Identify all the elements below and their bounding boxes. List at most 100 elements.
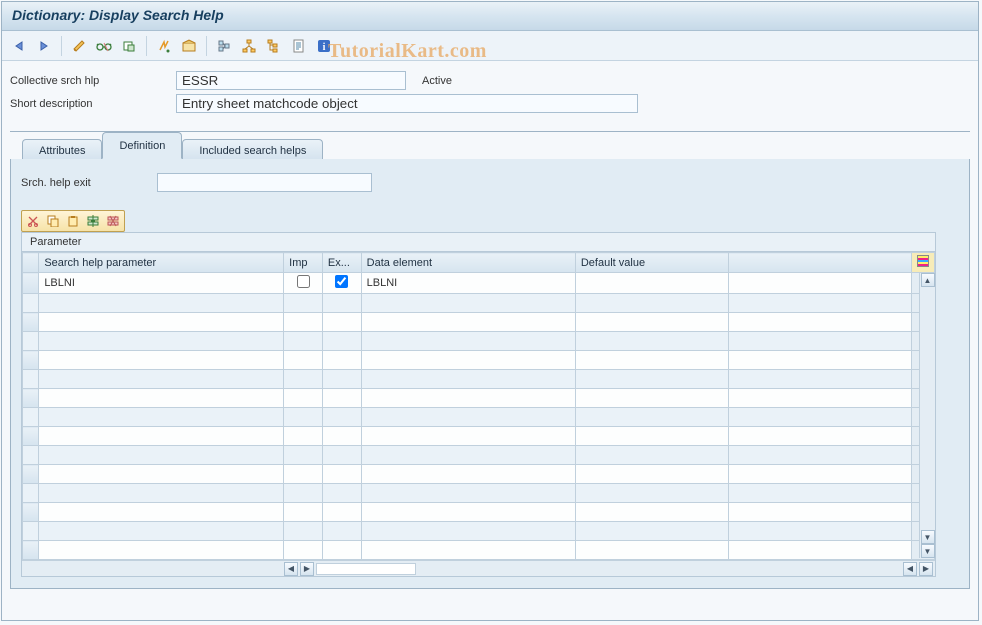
scroll-left-button[interactable]: ◀ xyxy=(284,562,298,576)
scroll-up-button[interactable]: ▲ xyxy=(921,273,935,287)
cell-data-element[interactable] xyxy=(361,522,575,541)
cell-exp[interactable] xyxy=(322,273,361,294)
cell-extra[interactable] xyxy=(728,503,912,522)
cell-param[interactable] xyxy=(39,313,284,332)
cell-exp[interactable] xyxy=(322,522,361,541)
scroll-down2-button[interactable]: ▼ xyxy=(921,544,935,558)
cell-exp[interactable] xyxy=(322,389,361,408)
row-selector[interactable] xyxy=(23,389,39,408)
cell-imp[interactable] xyxy=(284,522,323,541)
cell-exp[interactable] xyxy=(322,541,361,560)
cell-extra[interactable] xyxy=(728,408,912,427)
imp-checkbox[interactable] xyxy=(297,275,310,288)
cell-extra[interactable] xyxy=(728,294,912,313)
cell-imp[interactable] xyxy=(284,484,323,503)
cell-default-value[interactable] xyxy=(575,370,728,389)
cell-param[interactable] xyxy=(39,294,284,313)
cell-imp[interactable] xyxy=(284,332,323,351)
scroll-right2-button[interactable]: ▶ xyxy=(919,562,933,576)
tab-definition[interactable]: Definition xyxy=(102,132,182,159)
tab-included-search-helps[interactable]: Included search helps xyxy=(182,139,323,161)
cell-default-value[interactable] xyxy=(575,427,728,446)
row-selector[interactable] xyxy=(23,522,39,541)
cell-default-value[interactable] xyxy=(575,541,728,560)
cell-default-value[interactable] xyxy=(575,313,728,332)
glasses-button[interactable] xyxy=(93,35,115,56)
tree-button[interactable] xyxy=(263,35,285,56)
tab-attributes[interactable]: Attributes xyxy=(22,139,102,161)
row-selector[interactable] xyxy=(23,503,39,522)
row-selector[interactable] xyxy=(23,541,39,560)
cell-extra[interactable] xyxy=(728,389,912,408)
cell-exp[interactable] xyxy=(322,465,361,484)
paste-button[interactable] xyxy=(63,212,83,230)
cell-default-value[interactable] xyxy=(575,522,728,541)
col-data-element[interactable]: Data element xyxy=(361,253,575,273)
forward-button[interactable] xyxy=(33,35,55,56)
cell-imp[interactable] xyxy=(284,389,323,408)
cell-param[interactable] xyxy=(39,370,284,389)
cell-extra[interactable] xyxy=(728,522,912,541)
scroll-left2-button[interactable]: ◀ xyxy=(903,562,917,576)
cell-data-element[interactable] xyxy=(361,294,575,313)
cell-extra[interactable] xyxy=(728,446,912,465)
cell-default-value[interactable] xyxy=(575,273,728,294)
cell-exp[interactable] xyxy=(322,427,361,446)
cell-exp[interactable] xyxy=(322,332,361,351)
cell-imp[interactable] xyxy=(284,427,323,446)
cell-data-element[interactable] xyxy=(361,313,575,332)
cell-param[interactable] xyxy=(39,351,284,370)
cell-data-element[interactable] xyxy=(361,408,575,427)
cell-default-value[interactable] xyxy=(575,408,728,427)
cell-imp[interactable] xyxy=(284,465,323,484)
col-exp[interactable]: Ex... xyxy=(322,253,361,273)
cell-imp[interactable] xyxy=(284,294,323,313)
cell-imp[interactable] xyxy=(284,273,323,294)
cell-param[interactable] xyxy=(39,446,284,465)
cell-exp[interactable] xyxy=(322,370,361,389)
cell-exp[interactable] xyxy=(322,294,361,313)
horizontal-scrollbar[interactable]: ◀ ▶ ◀ ▶ xyxy=(22,560,935,576)
row-selector[interactable] xyxy=(23,370,39,389)
row-selector[interactable] xyxy=(23,273,39,294)
col-rownum[interactable] xyxy=(23,253,39,273)
cell-extra[interactable] xyxy=(728,273,912,294)
row-selector[interactable] xyxy=(23,484,39,503)
cell-param[interactable] xyxy=(39,332,284,351)
short-description-input[interactable] xyxy=(176,94,638,113)
check-button[interactable] xyxy=(178,35,200,56)
documentation-button[interactable] xyxy=(288,35,310,56)
cell-imp[interactable] xyxy=(284,446,323,465)
cell-data-element[interactable]: LBLNI xyxy=(361,273,575,294)
cell-extra[interactable] xyxy=(728,465,912,484)
exp-checkbox[interactable] xyxy=(335,275,348,288)
cell-param[interactable]: LBLNI xyxy=(39,273,284,294)
cell-imp[interactable] xyxy=(284,351,323,370)
cell-exp[interactable] xyxy=(322,408,361,427)
info-button[interactable]: i xyxy=(313,35,335,56)
cell-exp[interactable] xyxy=(322,503,361,522)
cell-default-value[interactable] xyxy=(575,465,728,484)
row-selector[interactable] xyxy=(23,294,39,313)
scroll-down-button[interactable]: ▼ xyxy=(921,530,935,544)
cell-exp[interactable] xyxy=(322,313,361,332)
activate-button[interactable] xyxy=(153,35,175,56)
cell-extra[interactable] xyxy=(728,351,912,370)
cell-data-element[interactable] xyxy=(361,389,575,408)
copy-button[interactable] xyxy=(43,212,63,230)
col-extra[interactable] xyxy=(728,253,912,273)
cell-data-element[interactable] xyxy=(361,446,575,465)
cell-imp[interactable] xyxy=(284,370,323,389)
hierarchy-button[interactable] xyxy=(238,35,260,56)
cell-param[interactable] xyxy=(39,541,284,560)
display-change-button[interactable] xyxy=(68,35,90,56)
cell-param[interactable] xyxy=(39,484,284,503)
cell-param[interactable] xyxy=(39,522,284,541)
cell-param[interactable] xyxy=(39,389,284,408)
cell-extra[interactable] xyxy=(728,484,912,503)
cell-data-element[interactable] xyxy=(361,465,575,484)
cell-extra[interactable] xyxy=(728,313,912,332)
cell-data-element[interactable] xyxy=(361,427,575,446)
cell-data-element[interactable] xyxy=(361,370,575,389)
delete-row-button[interactable] xyxy=(103,212,123,230)
